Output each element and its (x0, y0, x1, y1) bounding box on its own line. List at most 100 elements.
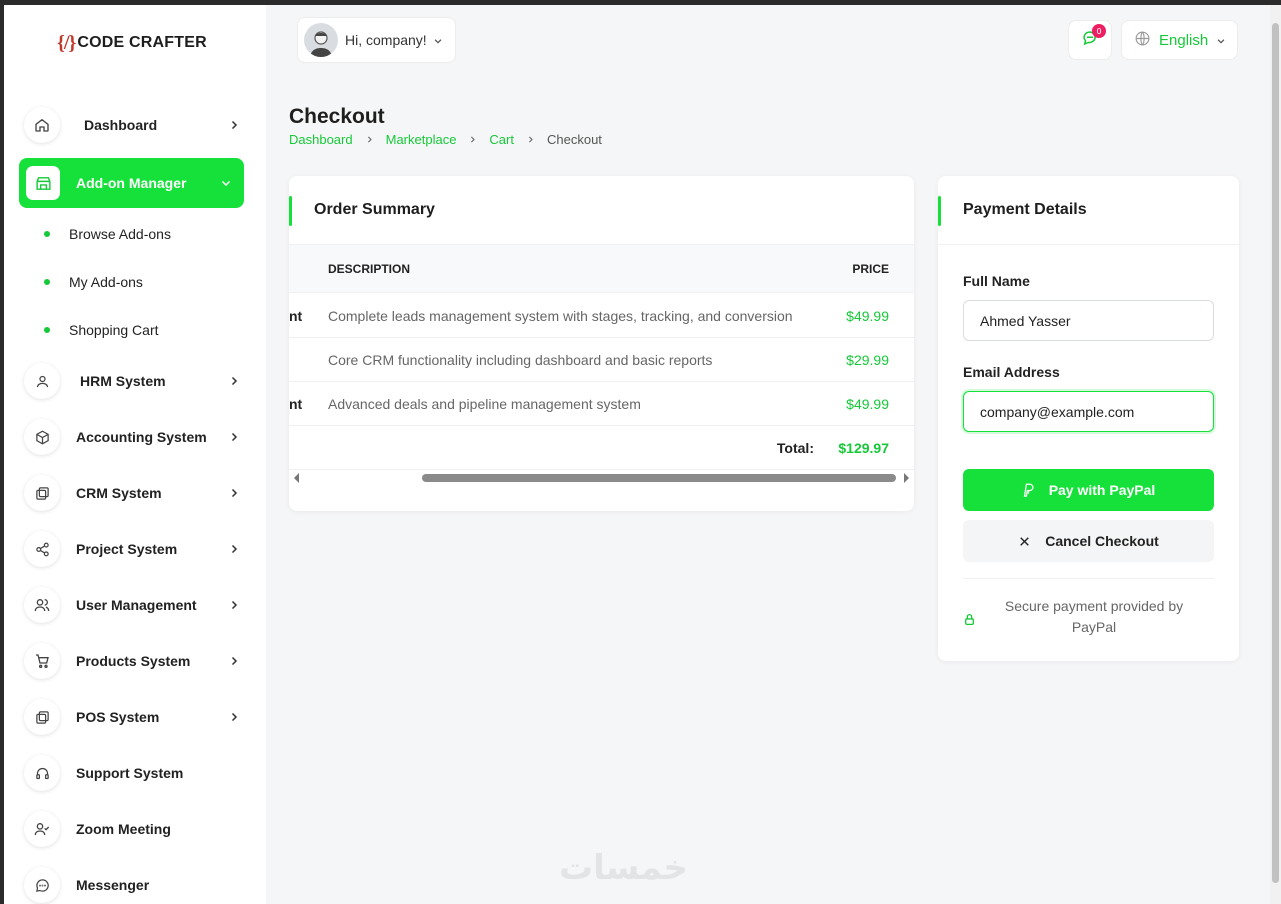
subitem-label: Shopping Cart (69, 322, 159, 338)
scrollbar-thumb[interactable] (422, 474, 896, 482)
language-selector[interactable]: English (1121, 20, 1238, 60)
sidebar-item-addon-manager[interactable]: Add-on Manager (19, 158, 244, 208)
sidebar-item-pos[interactable]: POS System (24, 695, 244, 739)
total-label: Total: (776, 440, 814, 456)
card-title: Order Summary (314, 201, 435, 218)
order-summary-card: Order Summary DESCRIPTION PRICE nt Compl… (289, 176, 914, 511)
logo-mark: {/} (57, 31, 76, 54)
sidebar-item-products[interactable]: Products System (24, 639, 244, 683)
user-greeting: Hi, company! (345, 32, 427, 48)
sidebar-item-label: Accounting System (76, 429, 207, 445)
sidebar-item-crm[interactable]: CRM System (24, 471, 244, 515)
brand-logo[interactable]: {/} CODE CRAFTER (57, 29, 207, 57)
chevron-down-icon (216, 177, 236, 189)
cancel-checkout-button[interactable]: Cancel Checkout (963, 520, 1214, 562)
table-row: nt Advanced deals and pipeline managemen… (289, 382, 914, 426)
item-price: $49.99 (846, 308, 889, 324)
chevron-down-icon (433, 31, 443, 50)
table-header: DESCRIPTION PRICE (289, 245, 914, 293)
box-icon (24, 419, 60, 455)
email-input[interactable] (963, 391, 1214, 432)
breadcrumb-current: Checkout (546, 132, 602, 147)
secure-note-text: Secure payment provided by PayPal (1004, 598, 1184, 635)
sidebar-item-label: Add-on Manager (76, 175, 187, 191)
user-icon (24, 363, 60, 399)
horizontal-scrollbar[interactable] (289, 470, 914, 486)
sidebar-item-label: CRM System (76, 485, 162, 501)
bullet-icon (44, 279, 50, 285)
sidebar-item-dashboard[interactable]: Dashboard (24, 103, 244, 147)
scrollbar-thumb[interactable] (1272, 23, 1279, 883)
language-label: English (1159, 31, 1209, 49)
breadcrumb-cart[interactable]: Cart (489, 132, 514, 147)
subitem-my-addons[interactable]: My Add-ons (44, 267, 143, 297)
sidebar-item-label: Zoom Meeting (76, 821, 171, 837)
users-icon (24, 587, 60, 623)
card-header: Payment Details (938, 176, 1239, 245)
sidebar-item-label: Dashboard (84, 117, 158, 133)
item-price: $29.99 (846, 352, 889, 368)
chat-icon (24, 867, 60, 903)
notification-count-badge: 0 (1092, 24, 1106, 38)
avatar (304, 23, 338, 57)
chevron-right-icon (224, 599, 244, 611)
secure-payment-note: Secure payment provided by PayPal (963, 596, 1214, 638)
sidebar-item-label: Project System (76, 541, 178, 557)
chevron-right-icon (224, 543, 244, 555)
globe-icon (1134, 30, 1151, 51)
scroll-left-icon[interactable] (294, 473, 299, 483)
page-title: Checkout (289, 105, 385, 128)
payment-details-card: Payment Details Full Name Email Address … (938, 176, 1239, 661)
subitem-browse-addons[interactable]: Browse Add-ons (44, 219, 171, 249)
home-icon (24, 107, 60, 143)
breadcrumb: Dashboard Marketplace Cart Checkout (289, 132, 602, 147)
vertical-scrollbar[interactable] (1270, 5, 1281, 904)
notifications-button[interactable]: 0 (1068, 20, 1112, 60)
user-menu[interactable]: Hi, company! (297, 17, 456, 63)
breadcrumb-dashboard[interactable]: Dashboard (289, 132, 353, 147)
sidebar-item-label: POS System (76, 709, 160, 725)
sidebar-item-accounting[interactable]: Accounting System (24, 415, 244, 459)
lock-icon (963, 613, 976, 626)
chevron-right-icon (224, 655, 244, 667)
full-name-input[interactable] (963, 300, 1214, 341)
sidebar: {/} CODE CRAFTER Dashboard Add-on Manage… (4, 5, 266, 904)
chevron-right-icon (224, 711, 244, 723)
item-description: Core CRM functionality including dashboa… (328, 352, 713, 368)
column-header-price: PRICE (852, 262, 889, 276)
divider (963, 578, 1214, 579)
chevron-right-icon (224, 119, 244, 131)
sidebar-item-user-management[interactable]: User Management (24, 583, 244, 627)
sidebar-item-label: HRM System (80, 373, 166, 389)
subitem-shopping-cart[interactable]: Shopping Cart (44, 315, 159, 345)
card-title: Payment Details (963, 201, 1087, 218)
paypal-icon (1022, 483, 1037, 498)
scroll-right-icon[interactable] (904, 473, 909, 483)
chevron-down-icon (1216, 31, 1226, 50)
layers-icon (24, 699, 60, 735)
chevron-right-icon (224, 487, 244, 499)
sidebar-item-project[interactable]: Project System (24, 527, 244, 571)
app-frame: {/} CODE CRAFTER Dashboard Add-on Manage… (4, 5, 1270, 904)
breadcrumb-marketplace[interactable]: Marketplace (386, 132, 457, 147)
user-check-icon (24, 811, 60, 847)
close-icon (1018, 535, 1031, 548)
table-row: nt Complete leads management system with… (289, 294, 914, 338)
email-label: Email Address (963, 364, 1060, 380)
sidebar-item-zoom[interactable]: Zoom Meeting (24, 807, 244, 851)
sidebar-item-messenger[interactable]: Messenger (24, 863, 244, 904)
share-icon (24, 531, 60, 567)
chevron-right-icon (224, 375, 244, 387)
pay-with-paypal-button[interactable]: Pay with PayPal (963, 469, 1214, 511)
sidebar-item-label: Messenger (76, 877, 150, 893)
item-description: Advanced deals and pipeline management s… (328, 396, 641, 412)
card-header: Order Summary (289, 176, 914, 245)
sidebar-item-label: Support System (76, 765, 184, 781)
sidebar-item-hrm[interactable]: HRM System (24, 359, 244, 403)
sidebar-item-support[interactable]: Support System (24, 751, 244, 795)
headset-icon (24, 755, 60, 791)
chevron-right-icon (468, 132, 477, 147)
cancel-button-label: Cancel Checkout (1045, 533, 1159, 549)
bullet-icon (44, 231, 50, 237)
chevron-right-icon (526, 132, 535, 147)
